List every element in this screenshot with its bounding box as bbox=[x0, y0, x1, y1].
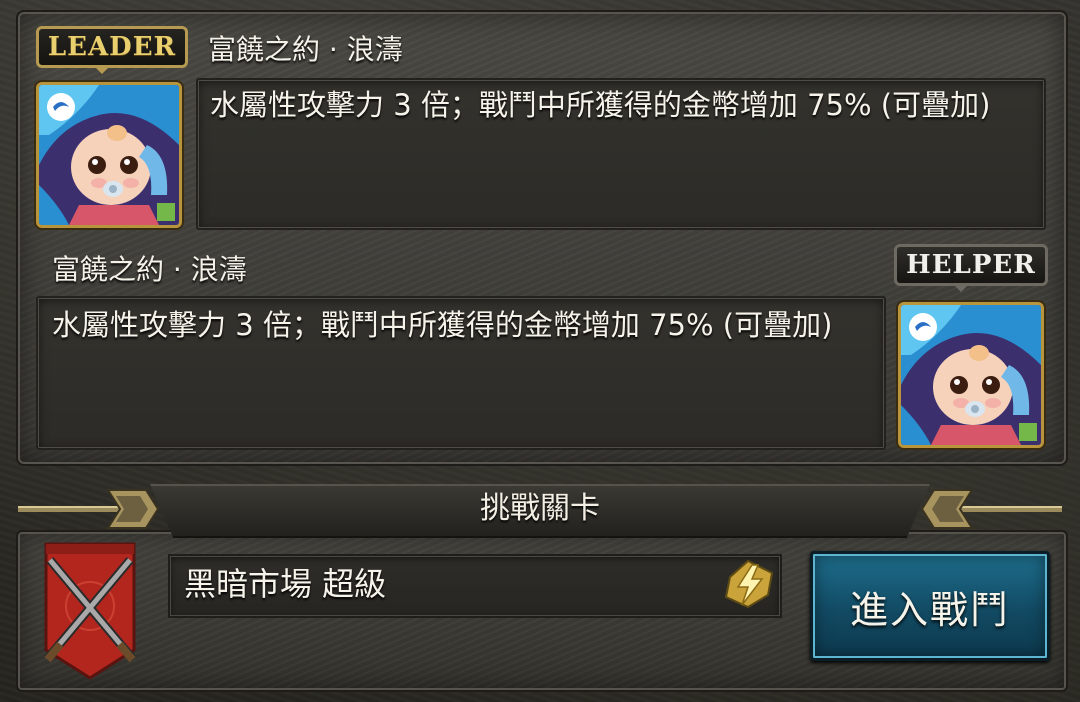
left-ornament-icon bbox=[18, 489, 160, 529]
leader-badge: LEADER bbox=[36, 26, 188, 68]
right-ornament-icon bbox=[920, 489, 1062, 529]
baby-card-portrait-icon bbox=[901, 305, 1041, 445]
leader-badge-tail bbox=[93, 65, 111, 74]
leader-skill-name: 富饒之約 · 浪濤 bbox=[208, 33, 403, 66]
helper-badge-label: HELPER bbox=[906, 250, 1036, 280]
helper-card-portrait[interactable] bbox=[898, 302, 1044, 448]
helper-skill-desc: 水屬性攻擊力 3 倍；戰鬥中所獲得的金幣增加 75% (可疊加) bbox=[52, 308, 833, 342]
enter-battle-label: 進入戰鬥 bbox=[849, 587, 1010, 632]
enter-battle-button[interactable]: 進入戰鬥 bbox=[810, 551, 1050, 661]
leader-badge-label: LEADER bbox=[47, 32, 177, 62]
helper-badge: HELPER bbox=[894, 244, 1048, 286]
lightning-bolt-icon bbox=[724, 559, 774, 609]
helper-badge-tail bbox=[952, 283, 970, 292]
baby-card-portrait-icon bbox=[39, 85, 179, 225]
stage-name: 黑暗市場 超級 bbox=[184, 565, 387, 603]
crossed-swords-banner-icon bbox=[44, 542, 136, 680]
leader-skill-desc: 水屬性攻擊力 3 倍；戰鬥中所獲得的金幣增加 75% (可疊加) bbox=[210, 88, 991, 122]
leader-card-portrait[interactable] bbox=[36, 82, 182, 228]
helper-skill-name: 富饒之約 · 浪濤 bbox=[52, 253, 247, 286]
stage-header-title: 挑戰關卡 bbox=[480, 491, 600, 526]
